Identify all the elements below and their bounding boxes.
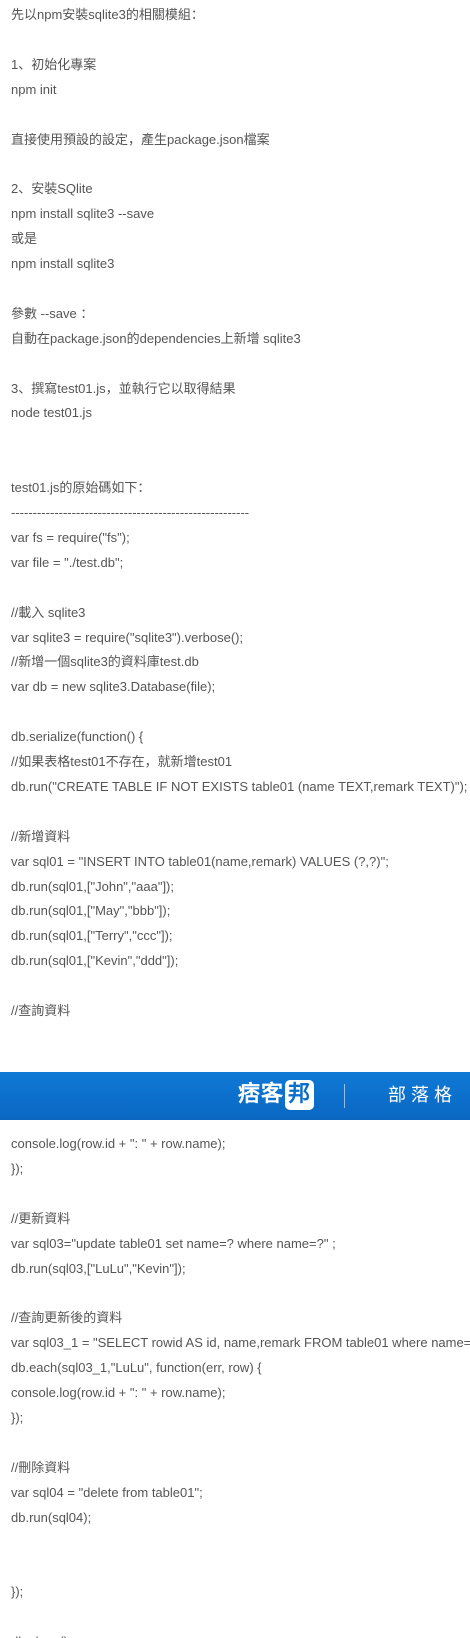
article-line: var sqlite3 = require("sqlite3").verbose…	[11, 629, 244, 645]
article-line: npm install sqlite3 --save	[11, 206, 155, 222]
article-body: 先以npm安裝sqlite3的相關模組： 1、初始化專案 npm init 直接使用預…	[0, 0, 470, 1638]
article-line: 1、初始化專案	[11, 56, 97, 72]
article-line: //新增一個sqlite3的資料庫test.db	[11, 654, 199, 670]
article-line: 直接使用預設的設定，產生package.json檔案	[11, 131, 270, 147]
article-line: console.log(row.id + ": " + row.name);	[11, 1136, 226, 1151]
article-line: 2、安裝SQlite	[11, 181, 93, 197]
article-line: db.run(sql04);	[11, 1509, 92, 1525]
article-line: ----------------------------------------…	[11, 505, 250, 520]
article-line: var fs = require("fs");	[11, 529, 130, 545]
article-line: });	[11, 1409, 24, 1425]
article-line: //刪除資料	[11, 1459, 71, 1475]
article-line: var file = "./test.db";	[11, 554, 124, 570]
article-line: //查詢更新後的資料	[11, 1310, 123, 1326]
article-line: //查詢資料	[11, 1003, 71, 1018]
article-line: db.run(sql01,["Kevin","ddd"]);	[11, 953, 179, 969]
article-line: npm install sqlite3	[11, 256, 115, 271]
article-line: db.run(sql01,["Terry","ccc"]);	[11, 928, 173, 944]
article-line: });	[11, 1160, 24, 1176]
pixnet-logo[interactable]: 痞客邦	[238, 1080, 315, 1110]
pixnet-blog-banner[interactable]: 痞客邦 部落格	[0, 1072, 470, 1120]
article-line: 先以npm安裝sqlite3的相關模組：	[11, 7, 204, 22]
article-line: test01.js的原始碼如下：	[11, 480, 151, 496]
article-line: //如果表格test01不存在，就新增test01	[11, 754, 233, 769]
article-line: });	[11, 1584, 24, 1600]
article-line: db.run(sql01,["May","bbb"]);	[11, 903, 171, 919]
article-line: node test01.js	[11, 405, 92, 421]
article-line: db.each(sql03_1,"LuLu", function(err, ro…	[11, 1360, 262, 1376]
logo-badge-icon: 邦	[285, 1080, 315, 1110]
banner-divider	[344, 1084, 345, 1108]
article-line: //新增資料	[11, 828, 71, 844]
article-line: 自動在package.json的dependencies上新增 sqlite3	[11, 330, 301, 346]
article-line: console.log(row.id + ": " + row.name);	[11, 1385, 226, 1400]
article-line: db.run("CREATE TABLE IF NOT EXISTS table…	[11, 778, 468, 794]
article-line: //更新資料	[11, 1210, 71, 1226]
article-line: var db = new sqlite3.Database(file);	[11, 679, 216, 695]
article-line: db.run(sql01,["John","aaa"]);	[11, 878, 174, 894]
article-line: var sql03="update table01 set name=? whe…	[11, 1235, 336, 1251]
article-line: db.close();	[11, 1629, 72, 1638]
article-line: var sql04 = "delete from table01";	[11, 1484, 203, 1500]
article-line: 或是	[11, 231, 38, 247]
blog-label[interactable]: 部落格	[388, 1082, 457, 1110]
article-line: npm init	[11, 81, 57, 97]
article-line: 3、撰寫test01.js，並執行它以取得結果	[11, 380, 236, 396]
article-line: var sql03_1 = "SELECT rowid AS id, name,…	[11, 1335, 470, 1351]
article-line: db.run(sql03,["LuLu","Kevin"]);	[11, 1260, 186, 1276]
article-line: 參數 --save ：	[11, 305, 94, 321]
article-line: db.serialize(function() {	[11, 729, 144, 745]
logo-text: 痞客	[238, 1082, 285, 1107]
article-line: var sql01 = "INSERT INTO table01(name,re…	[11, 853, 389, 869]
article-line: //載入 sqlite3	[11, 604, 86, 620]
